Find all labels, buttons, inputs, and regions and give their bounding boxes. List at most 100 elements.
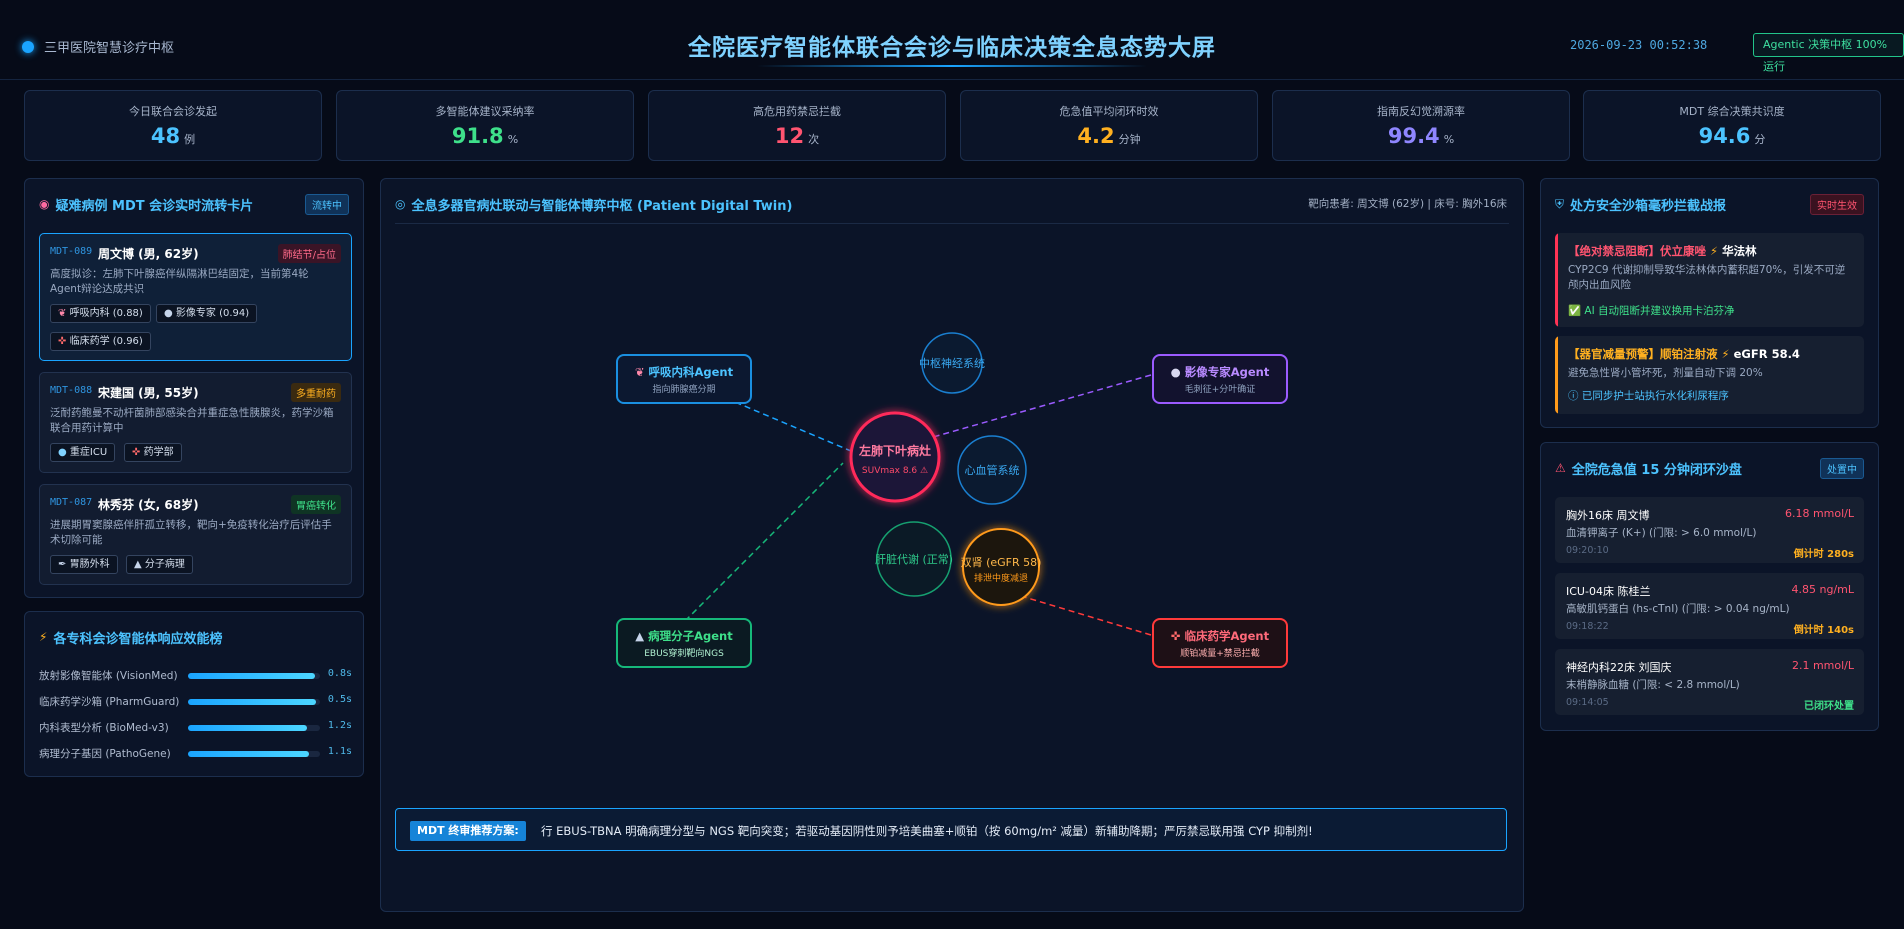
patient-name: 宋建国 (男, 55岁) bbox=[98, 386, 199, 400]
agent-respiratory[interactable]: ❦ 呼吸内科Agent 指向肺腺癌分期 bbox=[616, 354, 752, 404]
kpi-card-consults[interactable]: 今日联合会诊发起 48 例 bbox=[24, 90, 322, 161]
chip-respiratory[interactable]: ❦ 呼吸内科 (0.88) bbox=[50, 304, 151, 323]
status-badge: 流转中 bbox=[305, 193, 349, 215]
alert-description: CYP2C9 代谢抑制导致华法林体内蓄积超70%，引发不可逆颅内出血风险 bbox=[1568, 264, 1846, 291]
agent-pathology[interactable]: ▲ 病理分子Agent EBUS穿刺靶向NGS bbox=[616, 618, 752, 668]
critical-time: 09:20:10 bbox=[1566, 545, 1609, 556]
final-recommendation: MDT 终审推荐方案: 行 EBUS-TBNA 明确病理分型与 NGS 靶向突变… bbox=[395, 808, 1507, 851]
critical-item[interactable]: 胸外16床 周文博 6.18 mmol/L 血清钾离子 (K+) (门限: > … bbox=[1555, 497, 1864, 563]
kpi-card-consensus[interactable]: MDT 综合决策共识度 94.6 分 bbox=[1583, 90, 1881, 161]
chip-pharmacy[interactable]: ✜ 临床药学 (0.96) bbox=[50, 332, 151, 351]
critical-description: 血清钾离子 (K+) (门限: > 6.0 mmol/L) bbox=[1566, 527, 1757, 539]
critical-item[interactable]: 神经内科22床 刘国庆 2.1 mmol/L 末梢静脉血糖 (门限: < 2.8… bbox=[1555, 649, 1864, 715]
kpi-card-closure-time[interactable]: 危急值平均闭环时效 4.2 分钟 bbox=[960, 90, 1258, 161]
case-description: 泛耐药鲍曼不动杆菌肺部感染合并重症急性胰腺炎，药学沙箱联合用药计算中 bbox=[50, 407, 334, 434]
globe-icon: ◎ bbox=[395, 197, 406, 211]
kpi-label: 危急值平均闭环时效 bbox=[1059, 105, 1159, 118]
kpi-unit: % bbox=[507, 133, 519, 146]
critical-description: 末梢静脉血糖 (门限: < 2.8 mmol/L) bbox=[1566, 679, 1740, 691]
countdown: 倒计时 280s bbox=[1793, 549, 1854, 560]
panel-title: 各专科会诊智能体响应效能榜 bbox=[53, 631, 223, 647]
skull-icon: ● bbox=[1171, 365, 1185, 379]
node-cardio[interactable]: 心血管系统 bbox=[957, 435, 1027, 505]
chip-gi-surgery[interactable]: ✒ 胃肠外科 bbox=[50, 555, 118, 574]
kpi-card-adoption[interactable]: 多智能体建议采纳率 91.8% bbox=[336, 90, 634, 161]
rank-row[interactable]: 临床药学沙箱 (PharmGuard) 0.5s bbox=[39, 694, 352, 710]
svg-text:心血管系统: 心血管系统 bbox=[965, 463, 1020, 477]
scalpel-icon: ✒ bbox=[58, 559, 67, 570]
lightning-icon: ⚡ bbox=[1721, 347, 1730, 361]
rank-row[interactable]: 内科表型分析 (BioMed-v3) 1.2s bbox=[39, 720, 352, 736]
rank-bar-fill bbox=[188, 725, 307, 731]
title-underline bbox=[757, 65, 1147, 67]
rank-row[interactable]: 放射影像智能体 (VisionMed) 0.8s bbox=[39, 668, 352, 684]
alert-card-dose-reduction[interactable]: 【器官减量预警】顺铂注射液 ⚡ eGFR 58.4 避免急性肾小管坏死，剂量自动… bbox=[1555, 336, 1864, 414]
case-id: MDT-087 bbox=[50, 497, 93, 508]
svg-text:顺铂减量+禁忌拦截: 顺铂减量+禁忌拦截 bbox=[1180, 647, 1260, 659]
rank-bar-track bbox=[188, 699, 320, 705]
kpi-unit: 分钟 bbox=[1118, 133, 1141, 146]
patient-bed: 神经内科22床 刘国庆 bbox=[1566, 661, 1672, 674]
case-card-mdt-089[interactable]: MDT-089 周文博 (男, 62岁) 肺结节/占位 高度拟诊：左肺下叶腺癌伴… bbox=[39, 233, 352, 361]
agent-imaging[interactable]: ● 影像专家Agent 毛刺征+分叶确证 bbox=[1152, 354, 1288, 404]
node-liver[interactable]: 肝脏代谢 (正常) bbox=[875, 521, 953, 597]
alert-bar bbox=[1555, 233, 1558, 327]
rank-label: 病理分子基因 (PathoGene) bbox=[39, 748, 171, 760]
kpi-value: 91.8 bbox=[451, 124, 504, 148]
alert-title: 【器官减量预警】顺铂注射液 ⚡ eGFR 58.4 bbox=[1568, 347, 1800, 361]
agent-status-badge[interactable]: Agentic 决策中枢 100% 运行 bbox=[1753, 33, 1904, 73]
rank-time: 1.1s bbox=[327, 746, 352, 757]
kpi-unit: 分 bbox=[1754, 133, 1766, 146]
rank-label: 放射影像智能体 (VisionMed) bbox=[39, 670, 178, 682]
case-description: 高度拟诊：左肺下叶腺癌伴纵隔淋巴结固定，当前第4轮Agent辩论达成共识 bbox=[50, 268, 309, 295]
shield-icon: ⛨ bbox=[1555, 196, 1565, 211]
critical-value: 6.18 mmol/L bbox=[1784, 507, 1854, 520]
alert-title: 【绝对禁忌阻断】伏立康唑 ⚡ 华法林 bbox=[1568, 244, 1757, 258]
mdt-cases-panel: ◉ 疑难病例 MDT 会诊实时流转卡片 流转中 MDT-089 周文博 (男, … bbox=[24, 178, 364, 598]
panel-title: 处方安全沙箱毫秒拦截战报 bbox=[1570, 198, 1727, 214]
rank-time: 1.2s bbox=[327, 720, 352, 731]
lungs-icon: ❦ bbox=[58, 308, 67, 319]
check-icon: ✅ bbox=[1568, 305, 1582, 317]
kpi-value: 94.6 bbox=[1698, 124, 1751, 148]
svg-text:SUVmax 8.6 ⚠: SUVmax 8.6 ⚠ bbox=[862, 466, 928, 476]
panel-title: 疑难病例 MDT 会诊实时流转卡片 bbox=[55, 198, 254, 214]
kpi-card-interceptions[interactable]: 高危用药禁忌拦截 12 次 bbox=[648, 90, 946, 161]
node-kidney[interactable]: 双肾 (eGFR 58) 排泄中度减退 bbox=[961, 528, 1042, 606]
patient-bed: ICU-04床 陈桂兰 bbox=[1566, 585, 1651, 598]
chip-imaging[interactable]: ● 影像专家 (0.94) bbox=[156, 304, 258, 323]
case-card-mdt-088[interactable]: MDT-088 宋建国 (男, 55岁) 多重耐药 泛耐药鲍曼不动杆菌肺部感染合… bbox=[39, 372, 352, 473]
chip-pharmacy-dept[interactable]: ✜ 药学部 bbox=[124, 443, 182, 462]
rank-time: 0.8s bbox=[327, 668, 352, 679]
svg-text:▲ 病理分子Agent: ▲ 病理分子Agent bbox=[635, 629, 733, 643]
kpi-card-traceability[interactable]: 指南反幻觉溯源率 99.4% bbox=[1272, 90, 1570, 161]
case-card-mdt-087[interactable]: MDT-087 林秀芬 (女, 68岁) 胃癌转化 进展期胃窦腺癌伴肝孤立转移，… bbox=[39, 484, 352, 585]
rank-row[interactable]: 病理分子基因 (PathoGene) 1.1s bbox=[39, 746, 352, 762]
pill-icon: ✜ bbox=[1171, 629, 1185, 643]
chip-icu[interactable]: ● 重症ICU bbox=[50, 443, 116, 462]
prescription-sandbox-panel: ⛨ 处方安全沙箱毫秒拦截战报 实时生效 【绝对禁忌阻断】伏立康唑 ⚡ 华法林 C… bbox=[1540, 178, 1879, 428]
kpi-value: 99.4 bbox=[1387, 124, 1440, 148]
rank-bar-track bbox=[188, 673, 320, 679]
critical-value: 4.85 ng/mL bbox=[1791, 583, 1855, 596]
countdown: 倒计时 140s bbox=[1793, 625, 1854, 636]
node-lung-focus[interactable]: 左肺下叶病灶 SUVmax 8.6 ⚠ bbox=[849, 411, 941, 503]
critical-time: 09:18:22 bbox=[1566, 621, 1609, 632]
chip-pathology[interactable]: ▲ 分子病理 bbox=[126, 555, 193, 574]
microscope-icon: ▲ bbox=[635, 629, 648, 643]
agent-pharmacy[interactable]: ✜ 临床药学Agent 顺铂减量+禁忌拦截 bbox=[1152, 618, 1288, 668]
alert-action: ⓘ 已同步护士站执行水化利尿程序 bbox=[1568, 390, 1729, 402]
digital-twin-panel: ◎ 全息多器官病灶联动与智能体博弈中枢 (Patient Digital Twi… bbox=[380, 178, 1524, 912]
critical-value: 2.1 mmol/L bbox=[1791, 659, 1854, 672]
node-neuro[interactable]: 中枢神经系统 bbox=[919, 332, 985, 394]
svg-text:指向肺腺癌分期: 指向肺腺癌分期 bbox=[652, 383, 715, 395]
rank-bar-track bbox=[188, 725, 320, 731]
lungs-icon: ❦ bbox=[635, 365, 649, 379]
critical-item[interactable]: ICU-04床 陈桂兰 4.85 ng/mL 高敏肌钙蛋白 (hs-cTnI) … bbox=[1555, 573, 1864, 639]
top-header: 三甲医院智慧诊疗中枢 全院医疗智能体联合会诊与临床决策全息态势大屏 2026-0… bbox=[0, 0, 1904, 80]
alert-card-contraindication[interactable]: 【绝对禁忌阻断】伏立康唑 ⚡ 华法林 CYP2C9 代谢抑制导致华法林体内蓄积超… bbox=[1555, 233, 1864, 327]
svg-text:● 影像专家Agent: ● 影像专家Agent bbox=[1171, 365, 1270, 379]
case-id: MDT-088 bbox=[50, 385, 93, 396]
agent-ranking-panel: ⚡ 各专科会诊智能体响应效能榜 放射影像智能体 (VisionMed) 0.8s… bbox=[24, 611, 364, 777]
case-id: MDT-089 bbox=[50, 246, 93, 257]
